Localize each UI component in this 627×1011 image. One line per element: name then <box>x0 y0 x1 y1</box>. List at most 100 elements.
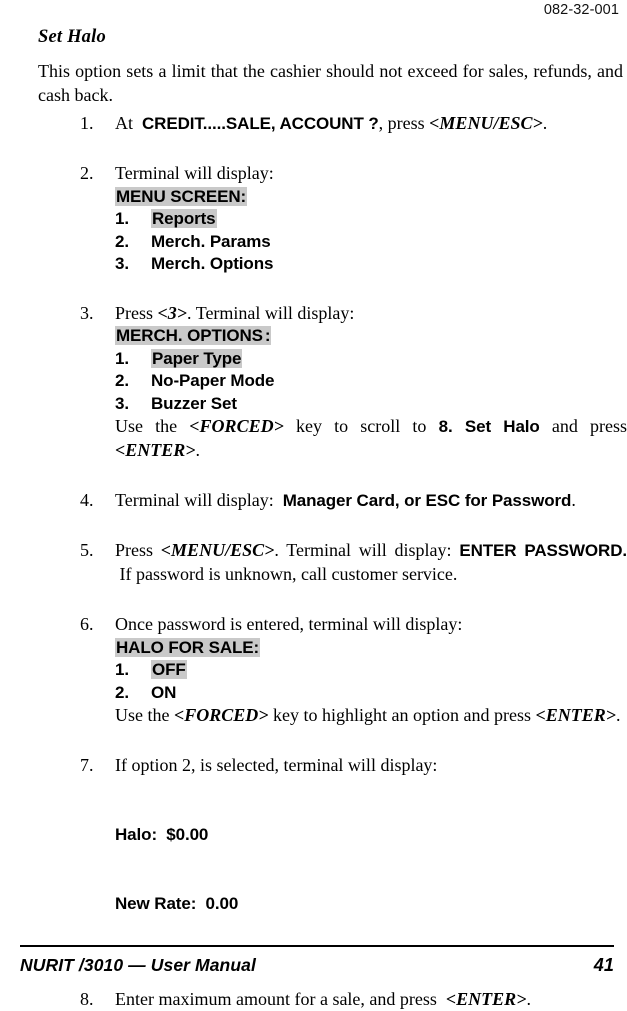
step-4-number: 4. <box>80 489 104 513</box>
step-3-note-d: . <box>196 440 201 460</box>
step-5-tail: If password is unknown, call customer se… <box>120 564 458 584</box>
spacer <box>38 513 627 539</box>
step-6-note-a: Use the <box>115 705 169 725</box>
step-2-body: Terminal will display: MENU SCREEN: 1.Re… <box>115 162 627 276</box>
step-7-lead: If option 2, is selected, terminal will … <box>115 754 627 778</box>
step-3-note-b: key to scroll to <box>296 416 426 436</box>
step-6-note-b: key to highlight an option and press <box>273 705 531 725</box>
spacer <box>38 136 627 162</box>
manual-title: NURIT /3010 — User Manual <box>20 955 256 976</box>
step-6-lead: Once password is entered, terminal will … <box>115 613 627 637</box>
step-5-mid: . Terminal will display: <box>274 540 451 560</box>
step-3-note-key-forced: <FORCED> <box>189 416 284 436</box>
step-4: 4. Terminal will display: Manager Card, … <box>38 489 627 513</box>
step-3-note-a: Use the <box>115 416 177 436</box>
merch-row-3-index: 3. <box>115 393 151 415</box>
screen-title-merch-options-colon: : <box>264 326 272 345</box>
merch-row-2: 2.No-Paper Mode <box>115 370 627 392</box>
halo-row-1-index: 1. <box>115 659 151 681</box>
page-content: Set Halo This option sets a limit that t… <box>38 27 627 1011</box>
menu-row-1: 1.Reports <box>115 208 627 230</box>
step-1-lead: At <box>115 113 133 133</box>
screen-title-halo-for-sale: HALO FOR SALE: <box>115 638 260 657</box>
step-4-screen-prompt: Manager Card, or ESC for Password <box>283 491 572 510</box>
menu-row-1-index: 1. <box>115 208 151 230</box>
page-title: Set Halo <box>38 27 627 48</box>
section-intro: This option sets a limit that the cashie… <box>38 60 623 108</box>
procedure-steps: 1. At CREDIT.....SALE, ACCOUNT ?, press … <box>38 112 627 1011</box>
step-8: 8. Enter maximum amount for a sale, and … <box>38 988 627 1011</box>
step-1-number: 1. <box>80 112 104 136</box>
step-7-number: 7. <box>80 754 104 778</box>
step-3-lead: Press <box>115 303 153 323</box>
manual-page: 082-32-001 Set Halo This option sets a l… <box>0 0 627 981</box>
step-4-lead: Terminal will display: <box>115 490 274 510</box>
step-3-lead-line: Press <3>. Terminal will display: <box>115 302 627 326</box>
merch-row-1-index: 1. <box>115 348 151 370</box>
step-7-body: If option 2, is selected, terminal will … <box>115 754 627 961</box>
step-3: 3. Press <3>. Terminal will display: MER… <box>38 302 627 464</box>
step-6-note-c: . <box>616 705 621 725</box>
step-6-number: 6. <box>80 613 104 637</box>
merch-row-2-label: No-Paper Mode <box>151 371 274 390</box>
halo-row-2: 2.ON <box>115 682 627 704</box>
step-3-key: <3> <box>158 303 188 323</box>
menu-row-2: 2.Merch. Params <box>115 231 627 253</box>
step-3-note-target: 8. Set Halo <box>439 417 540 436</box>
step-1-body: At CREDIT.....SALE, ACCOUNT ?, press <ME… <box>115 112 627 136</box>
step-3-lead2: . Terminal will display: <box>187 303 354 323</box>
step-6-body: Once password is entered, terminal will … <box>115 613 627 728</box>
step-5-body: Press <MENU/ESC>. Terminal will display:… <box>115 539 627 587</box>
page-footer: NURIT /3010 — User Manual 41 <box>20 955 614 976</box>
step-1: 1. At CREDIT.....SALE, ACCOUNT ?, press … <box>38 112 627 136</box>
terminal-screen-halo-values: Halo: $0.00 New Rate: 0.00 <box>115 778 627 962</box>
step-8-body: Enter maximum amount for a sale, and pre… <box>115 988 627 1011</box>
spacer <box>38 587 627 613</box>
terminal-screen-merch-options: MERCH. OPTIONS: 1.Paper Type 2.No-Paper … <box>115 325 627 415</box>
step-4-body: Terminal will display: Manager Card, or … <box>115 489 627 513</box>
merch-row-1: 1.Paper Type <box>115 348 627 370</box>
step-8-key: <ENTER> <box>446 989 527 1009</box>
step-1-mid: , press <box>379 113 425 133</box>
step-3-note: Use the <FORCED> key to scroll to 8. Set… <box>115 415 627 463</box>
step-7: 7. If option 2, is selected, terminal wi… <box>38 754 627 961</box>
step-8-number: 8. <box>80 988 104 1011</box>
step-6-note-key-forced: <FORCED> <box>174 705 269 725</box>
merch-row-3: 3.Buzzer Set <box>115 393 627 415</box>
step-5-screen-prompt: ENTER PASSWORD. <box>459 541 627 560</box>
menu-row-3-label: Merch. Options <box>151 254 273 273</box>
step-1-key: <MENU/ESC> <box>429 113 543 133</box>
merch-row-2-index: 2. <box>115 370 151 392</box>
step-3-body: Press <3>. Terminal will display: MERCH.… <box>115 302 627 464</box>
halo-amount-line: Halo: $0.00 <box>115 824 627 847</box>
menu-row-1-label: Reports <box>151 209 217 228</box>
footer-divider <box>20 945 614 947</box>
menu-row-3: 3.Merch. Options <box>115 253 627 275</box>
screen-title-merch-options: MERCH. OPTIONS <box>115 326 264 345</box>
step-5-key: <MENU/ESC> <box>161 540 275 560</box>
step-4-tail: . <box>571 490 576 510</box>
document-number: 082-32-001 <box>544 2 619 18</box>
spacer <box>38 728 627 754</box>
step-1-tail: . <box>543 113 548 133</box>
step-5-number: 5. <box>80 539 104 563</box>
screen-title-menu: MENU SCREEN: <box>115 187 247 206</box>
step-6-note-key-enter: <ENTER> <box>536 705 617 725</box>
halo-row-1: 1.OFF <box>115 659 627 681</box>
spacer <box>38 463 627 489</box>
menu-row-2-index: 2. <box>115 231 151 253</box>
terminal-screen-menu: MENU SCREEN: 1.Reports 2.Merch. Params 3… <box>115 186 627 276</box>
step-6: 6. Once password is entered, terminal wi… <box>38 613 627 728</box>
step-1-screen-prompt: CREDIT.....SALE, ACCOUNT ? <box>142 114 379 133</box>
halo-row-1-label: OFF <box>151 660 187 679</box>
step-6-note: Use the <FORCED> key to highlight an opt… <box>115 704 627 728</box>
merch-row-1-label: Paper Type <box>151 349 242 368</box>
step-2-lead: Terminal will display: <box>115 162 627 186</box>
spacer <box>38 276 627 302</box>
page-number: 41 <box>594 955 614 976</box>
new-rate-line: New Rate: 0.00 <box>115 893 627 916</box>
step-2-number: 2. <box>80 162 104 186</box>
step-3-number: 3. <box>80 302 104 326</box>
step-5-lead: Press <box>115 540 153 560</box>
step-8-lead: Enter maximum amount for a sale, and pre… <box>115 989 437 1009</box>
